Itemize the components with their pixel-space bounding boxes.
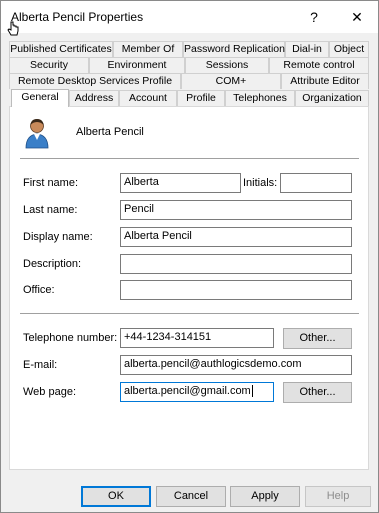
initials-label: Initials:: [243, 177, 278, 189]
tab-general[interactable]: General: [11, 89, 69, 107]
help-button[interactable]: Help: [305, 486, 371, 507]
first-name-field[interactable]: Alberta: [120, 173, 241, 193]
help-icon[interactable]: ?: [297, 5, 331, 29]
display-name-field[interactable]: Alberta Pencil: [120, 227, 352, 247]
last-name-label: Last name:: [23, 204, 78, 216]
cancel-button[interactable]: Cancel: [156, 486, 226, 507]
web-page-label: Web page:: [23, 386, 77, 398]
office-label: Office:: [23, 284, 55, 296]
tab-published-certificates[interactable]: Published Certificates: [9, 41, 113, 57]
tab-account[interactable]: Account: [119, 90, 177, 106]
hand-cursor-icon: [7, 21, 19, 36]
properties-dialog: Alberta Pencil Properties ? ✕ Published …: [0, 0, 379, 513]
separator-top: [20, 158, 359, 159]
tab-organization[interactable]: Organization: [295, 90, 369, 106]
tab-remote-control[interactable]: Remote control: [269, 57, 369, 73]
general-panel: Alberta Pencil First name: Alberta Initi…: [9, 106, 369, 470]
separator-bottom: [20, 313, 359, 314]
tab-environment[interactable]: Environment: [89, 57, 185, 73]
display-name-label: Display name:: [23, 231, 93, 243]
user-icon: [25, 119, 49, 149]
window-title: Alberta Pencil Properties: [11, 10, 144, 24]
close-icon[interactable]: ✕: [340, 5, 374, 29]
description-field[interactable]: [120, 254, 352, 274]
telephone-other-button[interactable]: Other...: [283, 328, 352, 349]
tab-row-3: Remote Desktop Services Profile COM+ Att…: [9, 73, 369, 89]
tab-object[interactable]: Object: [329, 41, 369, 57]
tab-telephones[interactable]: Telephones: [225, 90, 295, 106]
email-field[interactable]: alberta.pencil@authlogicsdemo.com: [120, 355, 352, 375]
tab-com-plus[interactable]: COM+: [181, 73, 281, 89]
email-label: E-mail:: [23, 359, 58, 371]
tab-security[interactable]: Security: [9, 57, 89, 73]
tab-sessions[interactable]: Sessions: [185, 57, 269, 73]
telephone-label: Telephone number:: [23, 332, 118, 344]
apply-button[interactable]: Apply: [230, 486, 300, 507]
last-name-field[interactable]: Pencil: [120, 200, 352, 220]
ok-button[interactable]: OK: [81, 486, 151, 507]
tab-remote-desktop-services-profile[interactable]: Remote Desktop Services Profile: [9, 73, 181, 89]
tab-password-replication[interactable]: Password Replication: [183, 41, 285, 57]
tab-row-1: Published Certificates Member Of Passwor…: [9, 41, 369, 57]
tab-row-4: General Address Account Profile Telephon…: [9, 89, 369, 107]
tab-row-2: Security Environment Sessions Remote con…: [9, 57, 369, 73]
tab-member-of[interactable]: Member Of: [113, 41, 183, 57]
web-page-value: alberta.pencil@gmail.com: [124, 385, 251, 397]
description-label: Description:: [23, 258, 82, 270]
tab-dial-in[interactable]: Dial-in: [285, 41, 329, 57]
initials-field[interactable]: [280, 173, 352, 193]
tab-profile[interactable]: Profile: [177, 90, 225, 106]
web-page-field[interactable]: alberta.pencil@gmail.com: [120, 382, 274, 402]
telephone-field[interactable]: +44-1234-314151: [120, 328, 274, 348]
tab-attribute-editor[interactable]: Attribute Editor: [281, 73, 369, 89]
office-field[interactable]: [120, 280, 352, 300]
title-bar[interactable]: Alberta Pencil Properties ? ✕: [1, 1, 378, 33]
user-display-heading: Alberta Pencil: [76, 126, 144, 138]
tab-address[interactable]: Address: [69, 90, 119, 106]
text-caret: [251, 385, 253, 398]
first-name-label: First name:: [23, 177, 79, 189]
web-page-other-button[interactable]: Other...: [283, 382, 352, 403]
